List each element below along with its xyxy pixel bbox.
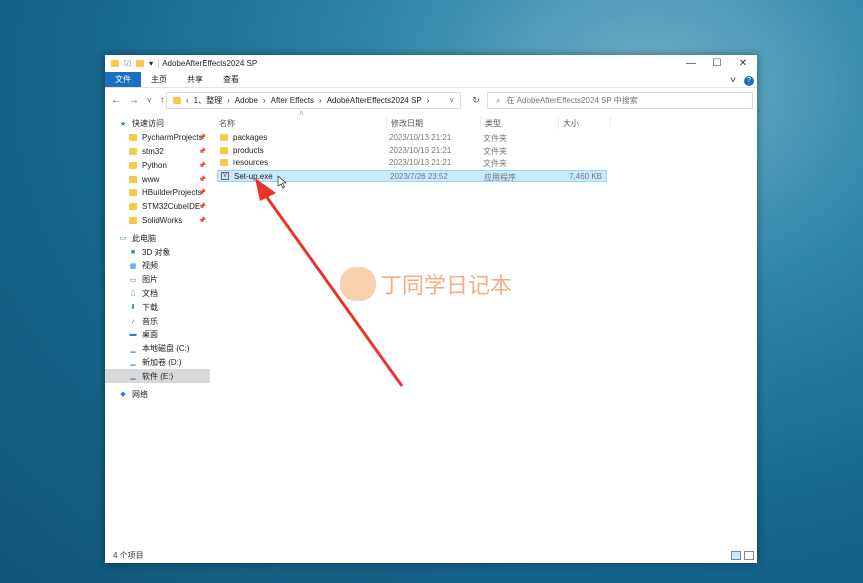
mouse-cursor-icon — [277, 175, 287, 189]
annotation-arrow — [255, 175, 404, 387]
